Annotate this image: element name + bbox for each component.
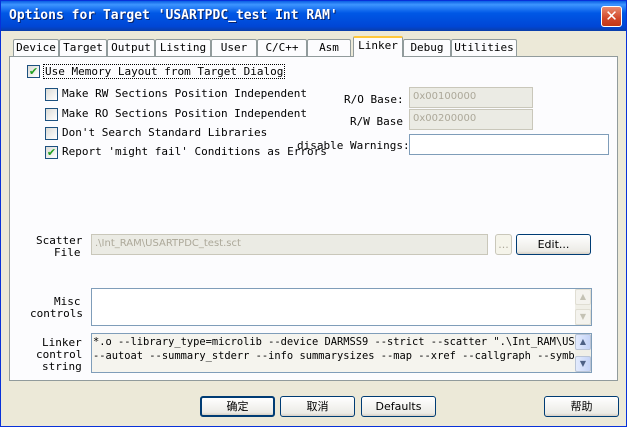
tab-target[interactable]: Target: [59, 39, 107, 56]
make-rw-label: Make RW Sections Position Independent: [62, 87, 308, 100]
rw-base-value: 0x00200000: [413, 113, 477, 124]
scroll-up-icon[interactable]: ▲: [575, 289, 591, 305]
defaults-button[interactable]: Defaults: [361, 396, 436, 417]
rw-base-field[interactable]: 0x00200000: [409, 109, 533, 130]
dont-search-label: Don't Search Standard Libraries: [62, 126, 268, 139]
scroll-down-icon[interactable]: ▼: [575, 309, 591, 325]
rw-base-label: R/W Base: [350, 115, 403, 128]
scroll-down-icon[interactable]: ▼: [575, 356, 591, 372]
tab-cpp[interactable]: C/C++: [257, 39, 307, 56]
linker-control-line1: *.o --library_type=microlib --device DAR…: [93, 336, 592, 348]
linker-control-textarea[interactable]: *.o --library_type=microlib --device DAR…: [91, 333, 592, 373]
scatter-browse-button[interactable]: ...: [495, 234, 512, 255]
tab-listing[interactable]: Listing: [155, 39, 211, 56]
use-memory-layout-label: Use Memory Layout from Target Dialog: [43, 64, 286, 79]
linker-label-line3: string: [42, 360, 82, 373]
linker-panel: ✔ Use Memory Layout from Target Dialog M…: [9, 56, 618, 381]
ro-base-field[interactable]: 0x00100000: [409, 87, 533, 108]
tab-debug[interactable]: Debug: [403, 39, 451, 56]
dont-search-checkbox[interactable]: [45, 127, 58, 140]
close-icon: ✕: [605, 7, 618, 25]
scatter-file-value: .\Int_RAM\USARTPDC_test.sct: [95, 238, 241, 249]
disable-warnings-label: disable Warnings:: [297, 139, 410, 152]
misc-scrollbar[interactable]: ▲ ▼: [575, 289, 591, 325]
tab-device[interactable]: Device: [13, 39, 59, 56]
tab-utilities[interactable]: Utilities: [451, 39, 517, 56]
scatter-file-field[interactable]: .\Int_RAM\USARTPDC_test.sct: [91, 234, 488, 255]
scatter-label-line2: File: [54, 246, 81, 259]
report-might-fail-label: Report 'might fail' Conditions as Errors: [62, 145, 327, 158]
check-icon: ✔: [46, 146, 57, 159]
title-bar[interactable]: Options for Target 'USARTPDC_test Int RA…: [1, 1, 626, 31]
ok-button[interactable]: 确定: [200, 396, 275, 417]
tab-output[interactable]: Output: [107, 39, 155, 56]
misc-label-line2: controls: [30, 307, 83, 320]
make-ro-label: Make RO Sections Position Independent: [62, 107, 308, 120]
linker-control-line2: --autoat --summary_stderr --info summary…: [93, 350, 592, 362]
tab-asm[interactable]: Asm: [307, 39, 351, 56]
options-dialog: Options for Target 'USARTPDC_test Int RA…: [0, 0, 627, 427]
close-button[interactable]: ✕: [601, 6, 622, 27]
misc-controls-textarea[interactable]: ▲ ▼: [91, 288, 592, 326]
ro-base-value: 0x00100000: [413, 91, 477, 102]
check-icon: ✔: [28, 65, 39, 78]
window-title: Options for Target 'USARTPDC_test Int RA…: [9, 8, 338, 23]
ro-base-label: R/O Base:: [344, 93, 404, 106]
linker-scrollbar[interactable]: ▲ ▼: [575, 334, 591, 372]
scatter-edit-button[interactable]: Edit...: [516, 234, 591, 255]
use-memory-layout-checkbox[interactable]: ✔: [27, 65, 40, 78]
make-ro-checkbox[interactable]: [45, 108, 58, 121]
tab-linker[interactable]: Linker: [353, 36, 403, 57]
scroll-up-icon[interactable]: ▲: [575, 334, 591, 350]
help-button[interactable]: 帮助: [544, 396, 619, 417]
disable-warnings-input[interactable]: [409, 134, 609, 155]
tab-user[interactable]: User: [211, 39, 257, 56]
report-might-fail-checkbox[interactable]: ✔: [45, 146, 58, 159]
cancel-button[interactable]: 取消: [280, 396, 355, 417]
make-rw-checkbox[interactable]: [45, 88, 58, 101]
